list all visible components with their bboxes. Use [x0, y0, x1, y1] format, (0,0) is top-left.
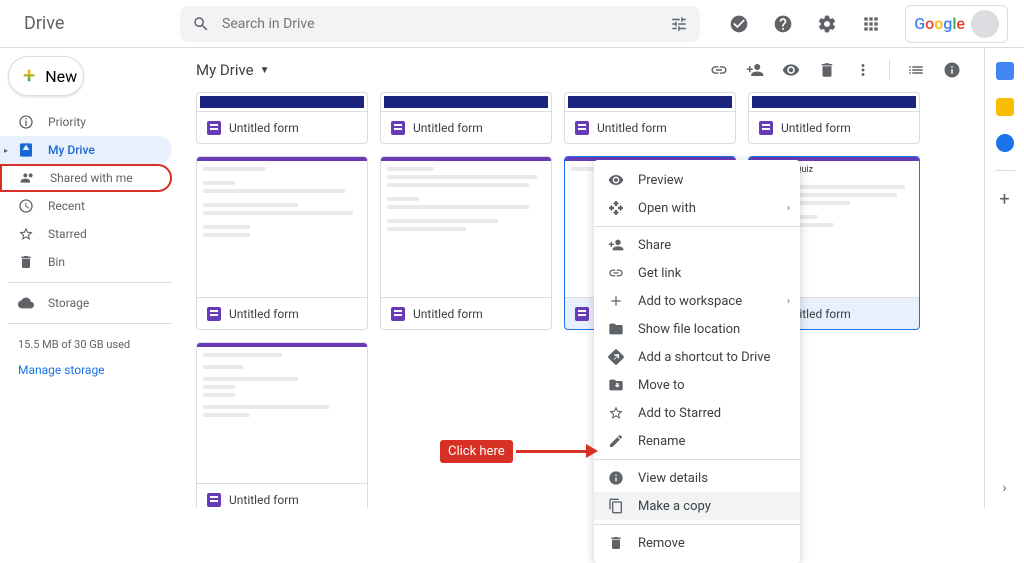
forms-icon — [575, 121, 589, 135]
share-icon[interactable] — [739, 54, 771, 86]
divider — [995, 170, 1015, 171]
avatar — [971, 10, 999, 38]
preview-icon[interactable] — [775, 54, 807, 86]
calendar-icon[interactable] — [996, 62, 1014, 80]
divider — [8, 323, 172, 324]
apps-icon[interactable] — [853, 6, 889, 42]
menu-remove[interactable]: Remove — [594, 529, 800, 557]
collapse-panel-icon[interactable]: › — [1002, 480, 1006, 496]
main-header: My Drive ▼ — [196, 48, 968, 92]
chevron-down-icon: ▼ — [260, 65, 270, 76]
file-card[interactable]: Untitled form — [196, 92, 368, 144]
forms-icon — [207, 493, 221, 507]
account-badge[interactable]: Google — [905, 5, 1008, 43]
divider — [594, 524, 800, 525]
app-header: Drive Google — [0, 0, 1024, 48]
forms-icon — [759, 121, 773, 135]
context-menu: Preview Open with› Share Get link Add to… — [594, 160, 800, 563]
offline-icon[interactable] — [721, 6, 757, 42]
menu-view-details[interactable]: View details — [594, 464, 800, 492]
caret-icon: ▸ — [4, 146, 8, 155]
list-view-icon[interactable] — [900, 54, 932, 86]
menu-get-link[interactable]: Get link — [594, 259, 800, 287]
chevron-right-icon: › — [787, 296, 790, 307]
file-card[interactable]: Untitled form — [196, 156, 368, 330]
sidebar-item-starred[interactable]: Starred — [0, 220, 172, 248]
divider — [8, 282, 172, 283]
divider — [594, 226, 800, 227]
file-card[interactable]: Untitled form — [748, 92, 920, 144]
sidebar-item-shared[interactable]: Shared with me — [0, 164, 172, 192]
file-grid: Untitled form Untitled form Untitled for… — [196, 92, 968, 508]
callout-label: Click here — [440, 440, 513, 463]
file-card[interactable]: Untitled form — [196, 342, 368, 508]
app-name: Drive — [24, 13, 64, 34]
manage-storage-link[interactable]: Manage storage — [8, 359, 172, 381]
menu-show-location[interactable]: Show file location — [594, 315, 800, 343]
header-actions: Google — [721, 5, 1008, 43]
forms-icon — [207, 307, 221, 321]
tasks-icon[interactable] — [996, 134, 1014, 152]
main-content: My Drive ▼ Untitled form Untitled form U… — [180, 48, 984, 508]
menu-move-to[interactable]: Move to — [594, 371, 800, 399]
search-options-icon[interactable] — [670, 15, 688, 33]
file-card[interactable]: Untitled form — [564, 92, 736, 144]
get-link-icon[interactable] — [703, 54, 735, 86]
search-icon — [192, 15, 210, 33]
more-icon[interactable] — [847, 54, 879, 86]
new-label: New — [45, 67, 77, 86]
settings-icon[interactable] — [809, 6, 845, 42]
plus-icon: + — [23, 64, 35, 89]
menu-add-workspace[interactable]: Add to workspace› — [594, 287, 800, 315]
sidebar-item-recent[interactable]: Recent — [0, 192, 172, 220]
forms-icon — [207, 121, 221, 135]
toolbar — [703, 54, 968, 86]
menu-rename[interactable]: Rename — [594, 427, 800, 455]
breadcrumb[interactable]: My Drive ▼ — [196, 61, 270, 79]
search-input[interactable] — [222, 16, 658, 32]
add-panel-icon[interactable]: + — [999, 189, 1009, 210]
forms-icon — [391, 121, 405, 135]
delete-icon[interactable] — [811, 54, 843, 86]
sidebar-item-priority[interactable]: Priority — [0, 108, 172, 136]
menu-share[interactable]: Share — [594, 231, 800, 259]
sidebar-item-storage[interactable]: Storage — [0, 289, 172, 317]
forms-icon — [391, 307, 405, 321]
menu-open-with[interactable]: Open with› — [594, 194, 800, 222]
new-button[interactable]: + New — [8, 56, 84, 96]
menu-preview[interactable]: Preview — [594, 166, 800, 194]
keep-icon[interactable] — [996, 98, 1014, 116]
menu-add-starred[interactable]: Add to Starred — [594, 399, 800, 427]
info-panel-icon[interactable] — [936, 54, 968, 86]
search-bar[interactable] — [180, 6, 700, 42]
menu-make-copy[interactable]: Make a copy — [594, 492, 800, 520]
menu-add-shortcut[interactable]: Add a shortcut to Drive — [594, 343, 800, 371]
google-logo-text: Google — [914, 14, 965, 33]
drive-logo[interactable]: Drive — [16, 13, 180, 34]
chevron-right-icon: › — [787, 203, 790, 214]
storage-usage-text: 15.5 MB of 30 GB used — [8, 330, 172, 359]
sidebar-item-my-drive[interactable]: ▸ My Drive — [0, 136, 172, 164]
divider — [594, 459, 800, 460]
file-card[interactable]: Untitled form — [380, 156, 552, 330]
side-panel: + › — [984, 48, 1024, 508]
help-icon[interactable] — [765, 6, 801, 42]
callout-arrow — [516, 447, 598, 455]
sidebar-item-bin[interactable]: Bin — [0, 248, 172, 276]
file-card[interactable]: Untitled form — [380, 92, 552, 144]
separator — [889, 60, 890, 80]
sidebar: + New Priority ▸ My Drive Shared with me… — [0, 48, 180, 508]
forms-icon — [575, 307, 589, 321]
